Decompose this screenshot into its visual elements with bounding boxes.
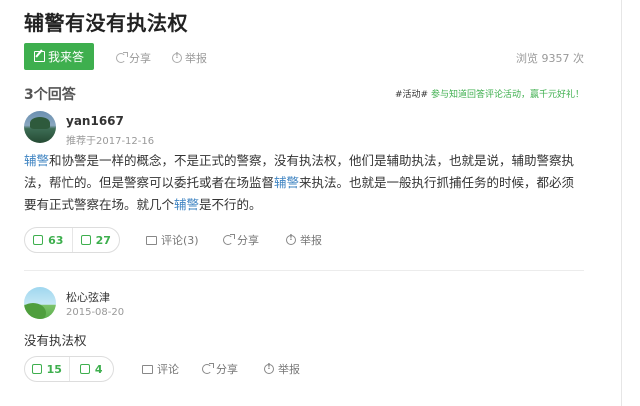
keyword-link[interactable]: 辅警 (174, 197, 199, 212)
downvote-button[interactable]: 27 (73, 228, 120, 252)
report-icon (264, 362, 274, 374)
upvote-count: 15 (46, 362, 62, 376)
report-question-link[interactable]: 举报 (172, 50, 207, 66)
thumbs-up-icon (33, 235, 44, 245)
share-answer-button[interactable]: 分享 (202, 361, 238, 377)
activity-banner[interactable]: #活动# 参与知道回答评论活动，赢千元好礼！ (395, 87, 584, 100)
edit-icon (33, 51, 45, 62)
question-title: 辅警有没有执法权 (24, 11, 188, 35)
comment-icon (142, 364, 153, 374)
answers-header: 3个回答 #活动# 参与知道回答评论活动，赢千元好礼！ (24, 84, 584, 104)
avatar-image (30, 117, 50, 129)
activity-text: 参与知道回答评论活动，赢千元好礼！ (430, 90, 584, 100)
answer-meta: 推荐于2017-12-16 (66, 136, 155, 147)
answer-text: 是不行的。 (199, 197, 262, 212)
upvote-count: 63 (48, 233, 64, 247)
question-action-bar: 我来答 分享 举报 浏览 9357 次 (24, 43, 584, 71)
answer-button-label: 我来答 (47, 50, 84, 64)
report-answer-button[interactable]: 举报 (264, 361, 300, 377)
report-icon (172, 51, 182, 63)
view-count: 浏览 9357 次 (516, 52, 584, 65)
thumbs-down-icon (79, 364, 90, 374)
report-question-label: 举报 (185, 52, 207, 65)
comment-label: 评论 (157, 363, 179, 376)
share-question-label: 分享 (129, 52, 151, 65)
share-label: 分享 (216, 363, 238, 376)
answer-username[interactable]: 松心弦津 (66, 289, 110, 305)
avatar-image (24, 303, 46, 319)
comment-button[interactable]: 评论(3) (146, 232, 199, 248)
answer-meta: 2015-08-20 (66, 307, 125, 318)
report-label: 举报 (278, 363, 300, 376)
downvote-count: 4 (94, 362, 103, 376)
comment-label: 评论(3) (161, 234, 199, 247)
share-question-link[interactable]: 分享 (116, 50, 151, 66)
thumbs-up-icon (31, 364, 42, 374)
comment-icon (146, 235, 157, 245)
answer-content: 没有执法权 (24, 333, 87, 348)
upvote-button[interactable]: 63 (25, 228, 73, 252)
downvote-count: 27 (95, 233, 111, 247)
share-icon (223, 234, 235, 245)
answer-content: 辅警和协警是一样的概念，不是正式的警察，没有执法权，他们是辅助执法，也就是说，辅… (24, 150, 584, 216)
answer-toolbar: 15 4 评论 分享 举报 (24, 356, 584, 382)
answer-divider (24, 270, 584, 271)
activity-tag: #活动# (395, 90, 429, 100)
keyword-link[interactable]: 辅警 (274, 175, 299, 190)
share-icon (116, 52, 128, 63)
share-label: 分享 (237, 234, 259, 247)
share-icon (202, 363, 214, 374)
upvote-button[interactable]: 15 (25, 357, 70, 381)
report-icon (286, 233, 296, 245)
page-border (621, 0, 622, 406)
comment-button[interactable]: 评论 (142, 361, 179, 377)
report-answer-button[interactable]: 举报 (286, 232, 322, 248)
answer-button[interactable]: 我来答 (24, 43, 94, 70)
answer-toolbar: 63 27 评论(3) 分享 举报 (24, 227, 584, 253)
answer-username[interactable]: yan1667 (66, 114, 124, 128)
avatar[interactable] (24, 287, 56, 319)
downvote-button[interactable]: 4 (70, 357, 114, 381)
report-label: 举报 (300, 234, 322, 247)
share-answer-button[interactable]: 分享 (223, 232, 259, 248)
thumbs-down-icon (80, 235, 91, 245)
vote-box: 63 27 (24, 227, 120, 253)
vote-box: 15 4 (24, 356, 114, 382)
answers-count: 3个回答 (24, 87, 76, 103)
keyword-link[interactable]: 辅警 (24, 153, 49, 168)
avatar[interactable] (24, 111, 56, 143)
